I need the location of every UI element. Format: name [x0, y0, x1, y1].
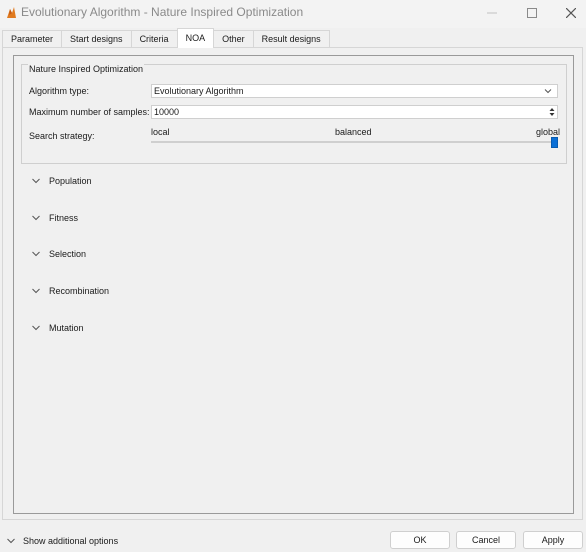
chevron-down-icon	[32, 288, 40, 294]
tab-criteria[interactable]: Criteria	[130, 30, 178, 48]
section-label: Selection	[49, 249, 87, 259]
max-samples-label: Maximum number of samples:	[29, 107, 150, 117]
strategy-local-label: local	[151, 127, 170, 137]
chevron-down-icon	[32, 325, 40, 331]
strategy-balanced-label: balanced	[335, 127, 372, 137]
group-title: Nature Inspired Optimization	[28, 64, 145, 74]
tab-other[interactable]: Other	[213, 30, 254, 48]
close-button[interactable]	[551, 0, 586, 26]
show-additional-options-label: Show additional options	[23, 536, 119, 546]
cancel-button[interactable]: Cancel	[456, 531, 516, 549]
max-samples-spinner[interactable]: 10000	[151, 105, 558, 119]
chevron-down-icon	[32, 251, 40, 257]
tab-noa[interactable]: NOA	[176, 28, 215, 48]
tab-result-designs[interactable]: Result designs	[252, 30, 330, 48]
minimize-button[interactable]	[472, 0, 512, 26]
nature-inspired-optimization-group: Nature Inspired Optimization Algorithm t…	[21, 64, 567, 164]
section-mutation[interactable]: Mutation	[31, 321, 84, 335]
algorithm-type-value: Evolutionary Algorithm	[154, 86, 244, 96]
strategy-global-label: global	[536, 127, 561, 137]
tab-bar: Parameter Start designs Criteria NOA Oth…	[2, 28, 330, 48]
tab-parameter[interactable]: Parameter	[2, 30, 63, 48]
section-label: Mutation	[49, 323, 84, 333]
tab-content: Nature Inspired Optimization Algorithm t…	[2, 47, 583, 520]
section-selection[interactable]: Selection	[31, 247, 86, 261]
window-title: Evolutionary Algorithm - Nature Inspired…	[21, 5, 304, 19]
matlab-icon	[7, 7, 16, 18]
section-fitness[interactable]: Fitness	[31, 211, 78, 225]
algorithm-type-dropdown[interactable]: Evolutionary Algorithm	[151, 84, 558, 98]
show-additional-options-toggle[interactable]: Show additional options	[6, 534, 118, 548]
section-label: Recombination	[49, 286, 110, 296]
ok-button[interactable]: OK	[390, 531, 450, 549]
search-strategy-label: Search strategy:	[29, 131, 95, 141]
spinner-arrows-icon[interactable]	[547, 106, 557, 118]
minimize-icon	[487, 12, 497, 14]
close-icon	[566, 8, 576, 18]
chevron-down-icon	[7, 538, 15, 544]
max-samples-value: 10000	[154, 107, 180, 117]
dialog-window: Evolutionary Algorithm - Nature Inspired…	[0, 0, 586, 552]
section-label: Population	[49, 176, 92, 186]
search-strategy-slider[interactable]	[151, 141, 558, 143]
tab-start-designs[interactable]: Start designs	[61, 30, 132, 48]
section-population[interactable]: Population	[31, 174, 92, 188]
chevron-down-icon	[32, 215, 40, 221]
apply-button[interactable]: Apply	[523, 531, 583, 549]
section-recombination[interactable]: Recombination	[31, 284, 109, 298]
title-bar: Evolutionary Algorithm - Nature Inspired…	[0, 0, 586, 28]
maximize-button[interactable]	[512, 0, 552, 26]
chevron-down-icon	[32, 178, 40, 184]
noa-panel: Nature Inspired Optimization Algorithm t…	[13, 55, 574, 514]
section-label: Fitness	[49, 213, 79, 223]
algorithm-type-label: Algorithm type:	[29, 86, 90, 96]
maximize-icon	[527, 8, 537, 18]
slider-thumb[interactable]	[551, 137, 558, 148]
chevron-down-icon	[544, 89, 552, 94]
